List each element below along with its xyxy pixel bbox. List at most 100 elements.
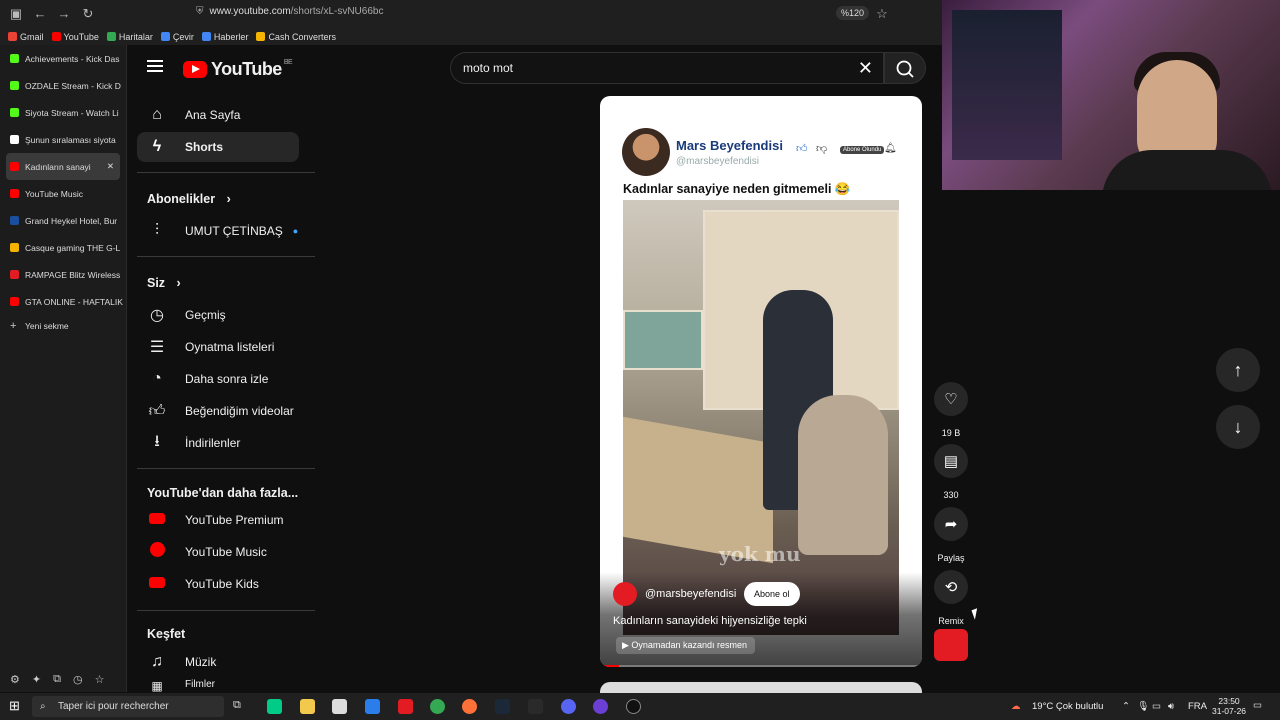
app-icon[interactable] — [593, 699, 608, 714]
zoom-indicator[interactable]: %120 — [836, 6, 870, 20]
sidebar-item-youtube-music[interactable]: YouTube Music — [137, 537, 299, 567]
task-view-icon[interactable]: ⧉ — [233, 699, 241, 712]
browser-tab[interactable]: Şunun sıralaması siyota — [0, 126, 126, 153]
share-action[interactable]: ➦ Paylaş — [934, 507, 968, 563]
sound-thumbnail[interactable] — [934, 629, 968, 661]
bookmark-item[interactable]: Cash Converters — [256, 32, 336, 42]
tab-label: Şunun sıralaması siyota — [25, 134, 116, 145]
sidebar-item-liked-videos[interactable]: 👍︎ Beğendiğim videolar — [137, 396, 299, 426]
search-button[interactable] — [884, 52, 926, 84]
sidebar-item-downloads[interactable]: ⭳ İndirilenler — [137, 428, 299, 458]
clear-search-icon[interactable]: ✕ — [858, 58, 873, 79]
volume-icon[interactable]: 🔊︎ — [1168, 701, 1174, 712]
tab-favicon-icon — [10, 297, 19, 306]
new-content-dot: ● — [292, 226, 299, 236]
browser-tab[interactable]: Grand Heykel Hotel, Bur — [0, 207, 126, 234]
browser-tab[interactable]: OZDALE Stream - Kick D — [0, 72, 126, 99]
bookmark-item[interactable]: Haritalar — [106, 32, 153, 42]
browser-tab[interactable]: Achievements - Kick Das — [0, 45, 126, 72]
channel-handle[interactable]: @marsbeyefendisi — [645, 588, 736, 600]
sidebar-item-shorts[interactable]: ϟ Shorts — [137, 132, 299, 162]
mic-icon[interactable]: 🎙︎ — [1137, 701, 1149, 712]
previous-short-button[interactable]: ↑ — [1216, 348, 1260, 392]
epic-games-icon[interactable] — [528, 699, 543, 714]
network-icon[interactable]: ▭ — [1152, 701, 1161, 712]
tray-chevron-icon[interactable]: ⌃ — [1122, 701, 1130, 712]
sidebar-toggle-icon[interactable]: ▣ — [8, 6, 24, 22]
history-icon[interactable]: ◷ — [73, 673, 83, 686]
settings-icon[interactable]: ⚙ — [10, 673, 20, 686]
firefox-icon[interactable] — [462, 699, 477, 714]
video-progress-bar[interactable] — [600, 665, 922, 667]
comments-action[interactable]: ▤ 330 — [934, 444, 968, 500]
sidebar-item-home[interactable]: ⌂ Ana Sayfa — [137, 100, 299, 130]
xbox-icon[interactable] — [626, 699, 641, 714]
browser-tab[interactable]: YouTube Music — [0, 180, 126, 207]
edge-icon[interactable] — [267, 699, 282, 714]
tab-label: Siyota Stream - Watch Li — [25, 107, 119, 118]
discord-icon[interactable] — [561, 699, 576, 714]
sidebar-item-playlists[interactable]: ☰ Oynatma listeleri — [137, 332, 299, 362]
tab-favicon-icon — [10, 108, 19, 117]
remix-label: Remix — [938, 616, 964, 626]
bookmark-item[interactable]: Çevir — [160, 32, 194, 42]
sparkle-icon[interactable]: ✦ — [32, 673, 41, 686]
menu-icon[interactable] — [147, 60, 163, 72]
reload-icon[interactable]: ↻ — [80, 6, 96, 22]
forward-icon[interactable]: → — [56, 6, 72, 22]
sidebar-item-music[interactable]: ♫ Müzik — [137, 647, 299, 677]
sidebar-item-youtube-kids[interactable]: YouTube Kids — [137, 569, 299, 599]
bookmark-item[interactable]: Gmail — [8, 32, 44, 42]
steam-icon[interactable] — [495, 699, 510, 714]
tab-group-icon[interactable]: ⧉ — [53, 673, 61, 686]
address-bar[interactable]: ⛨ www.youtube.com/shorts/xL-svNU66bc — [196, 6, 383, 17]
bookmark-item[interactable]: Haberler — [201, 32, 248, 42]
close-tab-icon[interactable]: ✕ — [107, 161, 114, 172]
remix-action[interactable]: ⟲ Remix — [934, 570, 968, 626]
taskbar-search[interactable]: ⌕ Taper ici pour rechercher — [32, 696, 224, 717]
tab-favicon-icon — [10, 135, 19, 144]
chrome-icon[interactable] — [430, 699, 445, 714]
channel-avatar-icon: ⫶ — [154, 222, 159, 239]
subscribe-button[interactable]: Abone ol — [744, 582, 800, 606]
youtube-app-icon[interactable] — [398, 699, 413, 714]
search-input[interactable] — [463, 61, 843, 75]
sidebar-item-subscription[interactable]: ⫶ UMUT ÇETİNBAŞ ● — [137, 216, 299, 246]
subscriptions-heading[interactable]: Abonelikler › — [147, 192, 231, 206]
next-short-button[interactable]: ↓ — [1216, 405, 1260, 449]
file-explorer-icon[interactable] — [300, 699, 315, 714]
store-icon[interactable] — [332, 699, 347, 714]
bookmark-item[interactable]: YouTube — [51, 32, 99, 42]
mouse-cursor — [971, 608, 981, 620]
video-caption[interactable]: Kadınların sanayideki hijyensizliğe tepk… — [613, 615, 807, 627]
you-heading[interactable]: Siz › — [147, 276, 181, 290]
browser-tab[interactable]: GTA ONLINE - HAFTALIK — [0, 288, 126, 315]
language-indicator[interactable]: FRA — [1188, 701, 1207, 712]
mail-icon[interactable] — [365, 699, 380, 714]
browser-tab[interactable]: Casque gaming THE G-L — [0, 234, 126, 261]
short-video-player[interactable]: Mars Beyefendisi @marsbeyefendisi 👍︎ 👎︎ … — [600, 96, 922, 667]
browser-tab[interactable]: Siyota Stream - Watch Li — [0, 99, 126, 126]
webcam-shelf — [952, 10, 1062, 160]
windows-start-icon[interactable]: ⊞ — [9, 698, 20, 714]
browser-tab[interactable]: Kadınların sanayi ✕ — [6, 153, 120, 180]
notification-icon[interactable]: ▭ — [1253, 700, 1262, 711]
back-icon[interactable]: ← — [32, 6, 48, 22]
channel-avatar[interactable] — [613, 582, 637, 606]
related-video-chip[interactable]: ▶ Oynamadan kazandı resmen — [616, 637, 755, 654]
clock[interactable]: 23:50 31-07-26 — [1212, 696, 1246, 716]
sidebar-item-movies[interactable]: ▦ Filmler — [137, 679, 299, 692]
like-action[interactable]: ♡ 19 B — [934, 382, 968, 438]
tab-label: YouTube Music — [25, 188, 83, 199]
sidebar-item-youtube-premium[interactable]: YouTube Premium — [137, 505, 299, 535]
bookmark-icon[interactable]: ☆ — [95, 673, 105, 686]
weather-icon[interactable]: ☁ — [1011, 701, 1021, 712]
weather-text[interactable]: 19°C Çok bulutlu — [1032, 701, 1103, 712]
sidebar-item-history[interactable]: ◷ Geçmiş — [137, 300, 299, 330]
browser-tab[interactable]: RAMPAGE Blitz Wireless — [0, 261, 126, 288]
sidebar-item-watch-later[interactable]: ◔ Daha sonra izle — [137, 364, 299, 394]
tab-label: Casque gaming THE G-L — [25, 242, 121, 253]
youtube-logo[interactable]: YouTube BE — [183, 59, 293, 80]
star-icon[interactable]: ☆ — [874, 6, 890, 22]
browser-tab[interactable]: + Yeni sekme — [0, 315, 126, 337]
